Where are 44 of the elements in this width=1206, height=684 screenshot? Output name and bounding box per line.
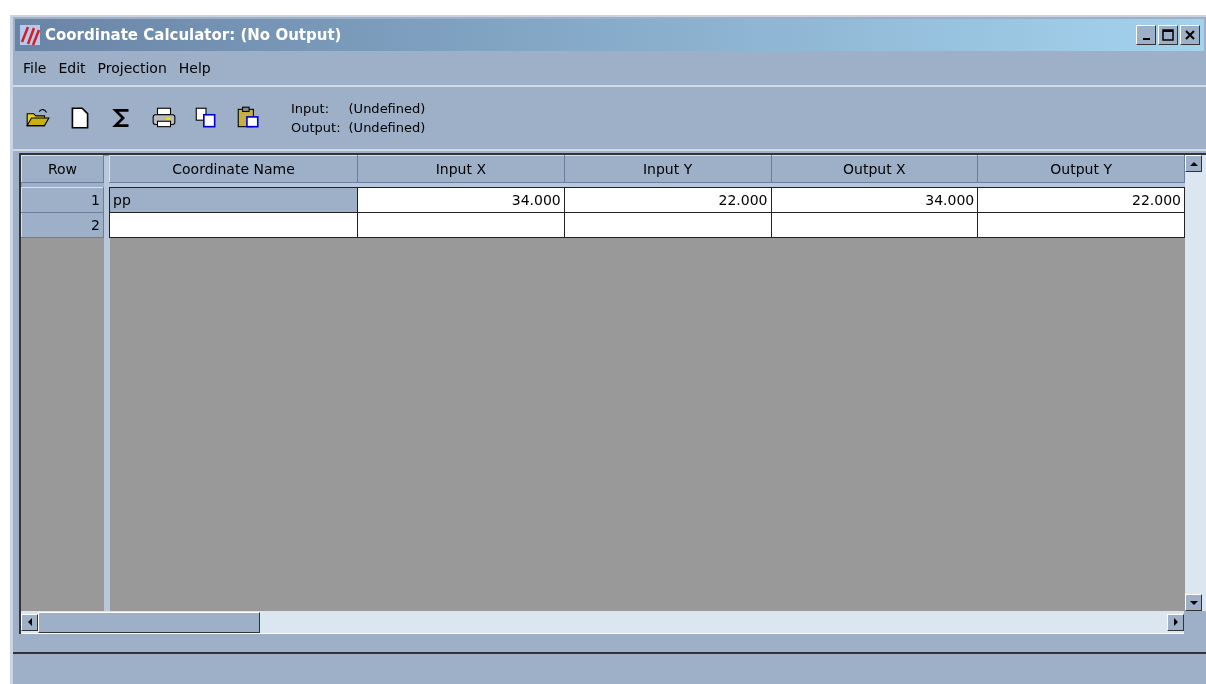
scroll-right-button[interactable] xyxy=(1167,613,1184,631)
table-cell[interactable]: 34.000 xyxy=(357,187,565,213)
table-cell[interactable] xyxy=(357,212,565,238)
arrow-up-icon xyxy=(1189,159,1198,168)
info-label: Output: xyxy=(291,119,341,137)
row-number: 2 xyxy=(21,212,104,238)
column-header[interactable]: Output Y xyxy=(977,155,1185,183)
minimize-button[interactable] xyxy=(1136,25,1156,45)
menu-item[interactable]: Projection xyxy=(93,60,171,76)
close-icon xyxy=(1185,30,1195,40)
table-cell[interactable]: 22.000 xyxy=(564,187,771,213)
info-label: Input: xyxy=(291,100,331,118)
info-value: (Undefined) xyxy=(348,119,426,137)
table-cell[interactable] xyxy=(977,212,1185,238)
table-cell[interactable]: 34.000 xyxy=(771,187,978,213)
row-number: 1 xyxy=(21,187,104,213)
maximize-icon xyxy=(1162,29,1174,41)
column-header[interactable]: Input X xyxy=(357,155,565,183)
app-icon xyxy=(19,24,41,46)
column-header[interactable]: Coordinate Name xyxy=(109,155,358,183)
table-cell[interactable]: 22.000 xyxy=(977,187,1185,213)
menu-item[interactable]: Help xyxy=(174,60,215,76)
arrow-right-icon xyxy=(1171,618,1180,626)
maximize-button[interactable] xyxy=(1158,25,1178,45)
menu-item[interactable]: File xyxy=(19,60,51,76)
info-value: (Undefined) xyxy=(348,100,426,118)
close-button[interactable] xyxy=(1180,25,1200,45)
scroll-up-button[interactable] xyxy=(1185,155,1202,172)
scroll-down-button[interactable] xyxy=(1185,594,1202,611)
table-cell[interactable] xyxy=(564,212,771,238)
vertical-scrollbar[interactable] xyxy=(1185,155,1206,611)
column-header[interactable]: Output X xyxy=(771,155,978,183)
table-cell[interactable] xyxy=(109,212,358,238)
scroll-thumb[interactable] xyxy=(38,611,260,633)
table-cell[interactable] xyxy=(771,212,978,238)
minimize-icon xyxy=(1142,38,1150,40)
arrow-down-icon xyxy=(1189,598,1198,607)
column-header[interactable]: Input Y xyxy=(564,155,771,183)
horizontal-scrollbar[interactable] xyxy=(21,611,1184,634)
column-header[interactable]: Row xyxy=(21,155,104,183)
menu-item[interactable]: Edit xyxy=(54,60,90,76)
table-cell[interactable]: pp xyxy=(109,187,358,213)
window-title: Coordinate Calculator: (No Output) xyxy=(45,26,343,44)
scroll-left-button[interactable] xyxy=(21,613,38,631)
